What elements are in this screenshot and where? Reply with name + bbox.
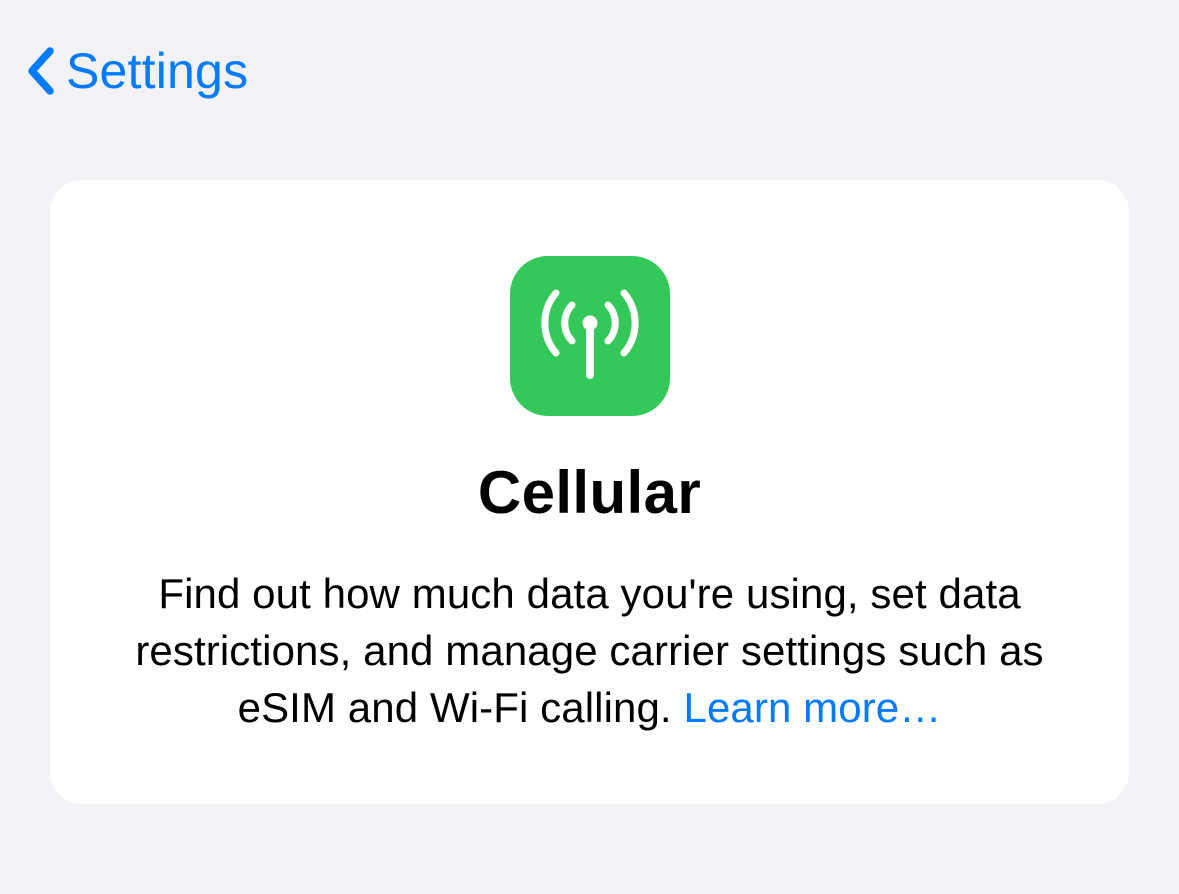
learn-more-link[interactable]: Learn more… [683, 684, 941, 731]
back-label: Settings [66, 42, 248, 100]
page-title: Cellular [478, 458, 701, 527]
chevron-left-icon [24, 44, 56, 98]
cellular-card: Cellular Find out how much data you're u… [50, 180, 1129, 804]
page-description: Find out how much data you're using, set… [110, 565, 1069, 736]
back-button[interactable]: Settings [24, 42, 248, 100]
nav-bar: Settings [0, 0, 1179, 100]
antenna-icon [510, 256, 670, 416]
